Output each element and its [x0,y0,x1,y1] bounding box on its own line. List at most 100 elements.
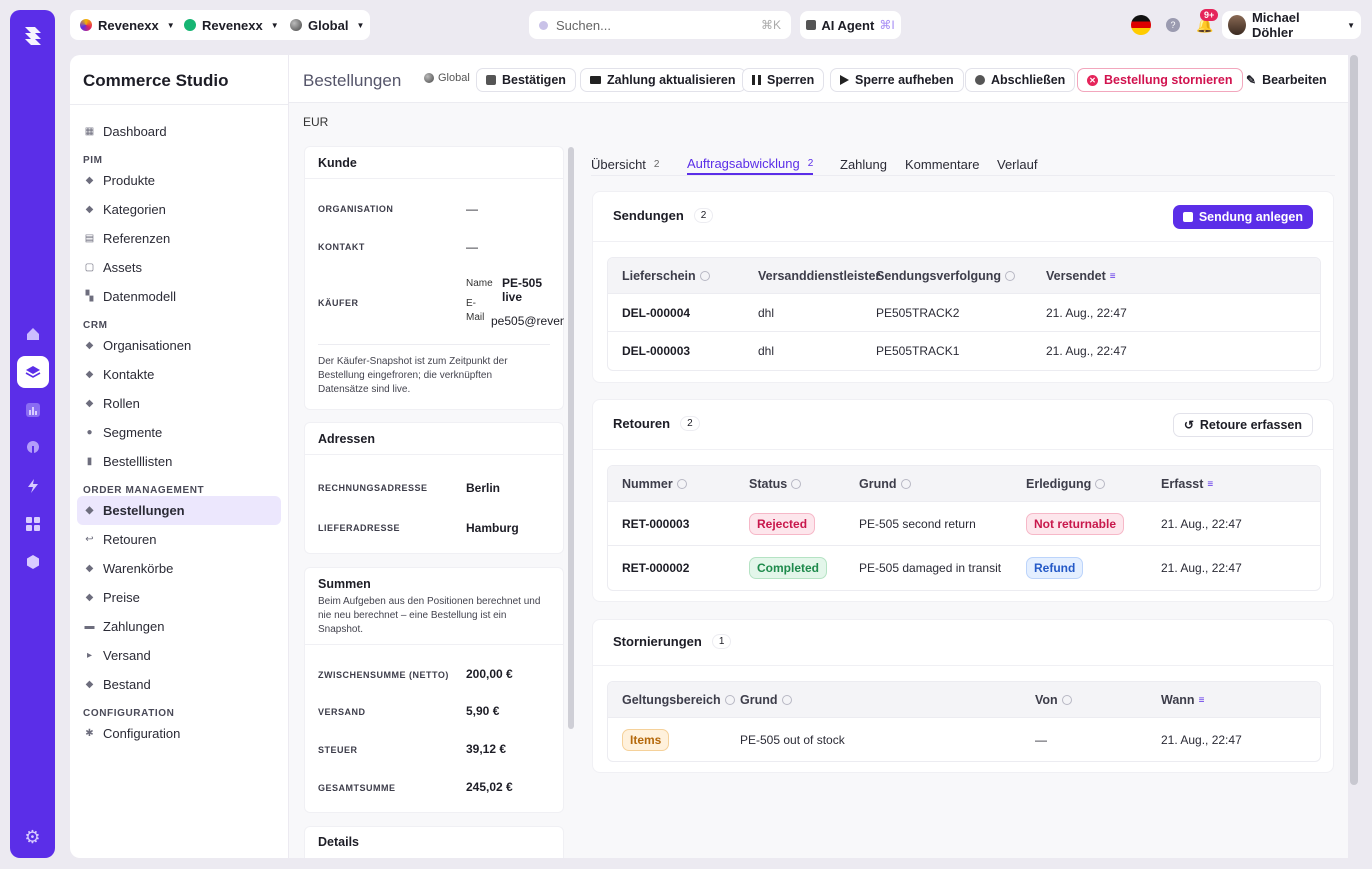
sidebar-item-preise[interactable]: ◆ Preise [77,583,281,612]
column-header[interactable]: Versendet ≡ [1046,269,1116,283]
organisation-value[interactable]: — [466,202,478,216]
app-logo-icon[interactable] [18,20,48,50]
column-header[interactable]: Wann ≡ [1161,693,1204,707]
sidebar-item-rollen[interactable]: ◆ Rollen [77,389,281,418]
currency-label: EUR [303,115,329,129]
column-header[interactable]: Versanddienstleister [758,269,880,283]
tenant-selector[interactable]: Revenexx ▼ [70,10,185,40]
sidebar-item-retouren[interactable]: ↩ Retouren [77,525,281,554]
sidebar-item-referenzen[interactable]: ▤ Referenzen [77,224,281,253]
sidebar-item-warenkoerbe[interactable]: ◆ Warenkörbe [77,554,281,583]
region-selector[interactable]: Global ▼ [280,10,374,40]
column-header[interactable]: Grund [740,693,792,707]
page-header: Bestellungen Global Bestätigen Zahlung a… [289,55,1348,103]
sidebar-item-zahlungen[interactable]: ▬ Zahlungen [77,612,281,641]
sort-icon[interactable]: ≡ [1199,695,1205,706]
tab-verlauf[interactable]: Verlauf [997,153,1037,175]
bolt-icon[interactable] [17,470,49,502]
search-input[interactable]: Suchen... ⌘K [529,11,791,39]
card-title: Summen [318,577,371,591]
divider [593,449,1333,450]
column-header[interactable]: Sendungsverfolgung [876,269,1015,283]
page-scrollbar[interactable] [1350,55,1358,785]
sidebar-item-bestand[interactable]: ◆ Bestand [77,670,281,699]
cancel-order-button[interactable]: ✕ Bestellung stornieren [1077,68,1243,92]
returns-header: Retouren 2 [613,416,700,431]
sidebar-item-datenmodell[interactable]: ▚ Datenmodell [77,282,281,311]
sidebar-item-segmente[interactable]: ● Segmente [77,418,281,447]
ai-agent-button[interactable]: AI Agent ⌘I [800,11,901,39]
edit-button[interactable]: ✎ Bearbeiten [1237,68,1336,92]
scope-badge: Items [622,729,670,751]
column-header[interactable]: Grund [859,477,911,491]
confirm-button[interactable]: Bestätigen [476,68,576,92]
tab-auftragsabwicklung[interactable]: Auftragsabwicklung 2 [687,153,814,175]
table-row[interactable]: DEL-000004 dhl PE505TRACK2 21. Aug., 22:… [608,294,1320,332]
column-header[interactable]: Geltungsbereich [622,693,735,707]
unlock-button[interactable]: Sperre aufheben [830,68,964,92]
info-icon [781,695,792,705]
table-row[interactable]: RET-000002 Completed PE-505 damaged in t… [608,546,1320,590]
cancellations-header: Stornierungen 1 [613,634,732,649]
table-row[interactable]: DEL-000003 dhl PE505TRACK1 21. Aug., 22:… [608,332,1320,370]
lock-button[interactable]: Sperren [742,68,825,92]
left-column-scrollbar[interactable] [568,147,574,729]
sidebar-item-configuration[interactable]: ✱ Configuration [77,719,281,748]
status-dot-icon [184,19,196,31]
layers-icon[interactable] [16,356,49,388]
shipping-address-value: Hamburg [466,521,519,535]
buyer-email-label-2: Mail [466,312,485,323]
column-header[interactable]: Von [1035,693,1072,707]
tab-kommentare[interactable]: Kommentare [905,153,979,175]
record-return-button[interactable]: ↺ Retoure erfassen [1172,413,1313,437]
help-icon[interactable]: ? [1166,18,1180,32]
box-icon: ◆ [85,679,94,690]
sidebar-item-kontakte[interactable]: ◆ Kontakte [77,360,281,389]
tab-uebersicht[interactable]: Übersicht 2 [591,153,659,175]
cube-icon: ◆ [85,204,94,215]
count-badge: 2 [680,416,700,431]
column-header[interactable]: Lieferschein [622,269,710,283]
count-badge: 2 [693,208,714,223]
chevron-down-icon: ▼ [1347,20,1355,30]
buyer-label: KÄUFER [318,298,359,308]
cube-icon[interactable] [17,546,49,578]
shipments-table: Lieferschein Versanddienstleister Sendun… [607,257,1321,371]
notification-badge: 9+ [1200,9,1219,21]
sidebar-item-dashboard[interactable]: ▦ Dashboard [77,117,281,146]
column-header[interactable]: Status [749,477,802,491]
sort-icon[interactable]: ≡ [1207,479,1213,490]
sidebar-item-kategorien[interactable]: ◆ Kategorien [77,195,281,224]
sidebar-item-versand[interactable]: ▸ Versand [77,641,281,670]
complete-button[interactable]: Abschließen [965,68,1076,92]
channel-selector[interactable]: Revenexx ▼ [174,10,289,40]
chart-icon[interactable] [17,394,49,426]
sidebar-item-produkte[interactable]: ◆ Produkte [77,166,281,195]
sidebar-item-organisationen[interactable]: ◆ Organisationen [77,331,281,360]
sort-icon[interactable]: ≡ [1110,271,1116,282]
create-shipment-button[interactable]: Sendung anlegen [1172,205,1313,229]
table-row[interactable]: Items PE-505 out of stock — 21. Aug., 22… [608,718,1320,761]
sidebar-item-bestellungen[interactable]: ◆ Bestellungen [77,496,281,525]
pin-icon[interactable] [17,432,49,464]
user-menu[interactable]: Michael Döhler ▼ [1222,10,1361,40]
contact-value[interactable]: — [466,240,478,254]
sidebar-item-bestelllisten[interactable]: ▮ Bestelllisten [77,447,281,476]
grid-icon[interactable] [17,508,49,540]
order-detail-tabs-area: Übersicht 2 Auftragsabwicklung 2 Zahlung K… [577,146,1335,858]
settings-gear-icon[interactable]: ⚙ [24,827,40,848]
tab-zahlung[interactable]: Zahlung [840,153,887,175]
column-header[interactable]: Nummer [622,477,687,491]
column-header[interactable]: Erledigung [1026,477,1106,491]
shipping-address-label: LIEFERADRESSE [318,523,401,533]
table-row[interactable]: RET-000003 Rejected PE-505 second return… [608,502,1320,546]
sidebar-item-assets[interactable]: ▢ Assets [77,253,281,282]
home-icon[interactable] [17,318,49,350]
german-flag-icon[interactable] [1131,15,1151,35]
column-header[interactable]: Erfasst ≡ [1161,477,1213,491]
cube-icon: ◆ [85,505,94,516]
update-payment-button[interactable]: Zahlung aktualisieren [580,68,746,92]
status-badge: Completed [749,557,828,579]
returns-table: Nummer Status Grund Erledigung Erfasst ≡ … [607,465,1321,591]
info-icon [676,479,687,489]
